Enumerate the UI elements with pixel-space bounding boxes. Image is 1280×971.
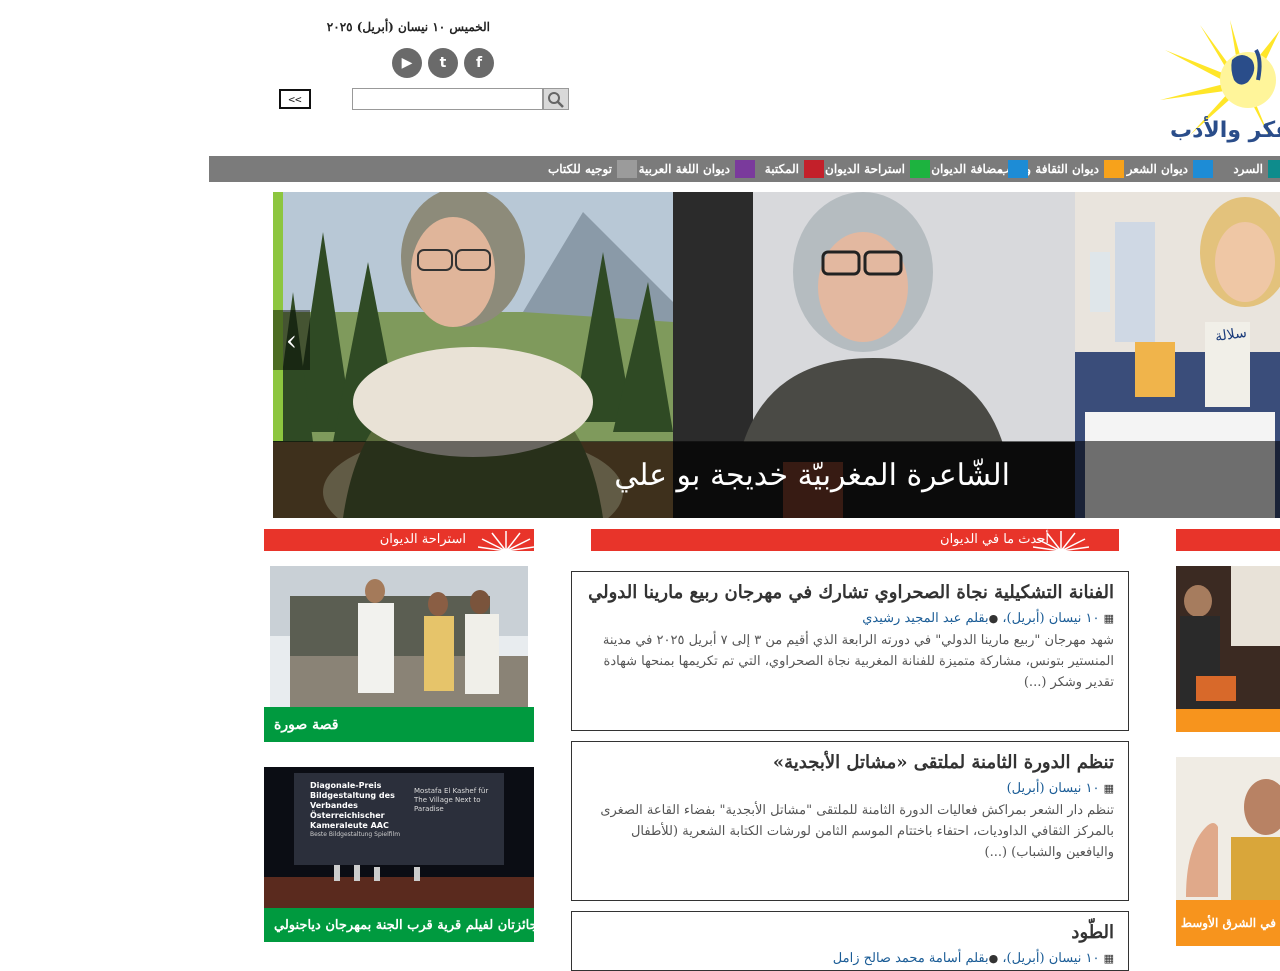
calendar-icon: ▦	[1103, 612, 1114, 625]
article-meta: ▦ ١٠ نيسان (أبريل)، ●بقلم أسامة محمد صال…	[586, 950, 1114, 968]
nav-label: توجيه للكتاب	[547, 162, 612, 176]
hero-title[interactable]: الشّاعرة المغربيّة خديجة بو علي	[560, 458, 1010, 493]
nav-color-swatch	[1268, 160, 1280, 178]
article-excerpt: تنظم دار الشعر بمراكش فعاليات الدورة الث…	[600, 803, 1114, 860]
section-header-break: استراحة الديوان	[264, 529, 534, 551]
article-title[interactable]: تنظم الدورة الثامنة لملتقى «مشاتل الأبجد…	[586, 748, 1114, 778]
section-header-right	[1176, 529, 1280, 551]
screen-poster-title: Diagonale-Preis Bildgestaltung des Verba…	[310, 781, 395, 830]
nav-label: مضافة الديوان	[931, 162, 1003, 176]
article-title[interactable]: الطّود	[586, 918, 1114, 948]
article-card: الطّود ▦ ١٠ نيسان (أبريل)، ●بقلم أسامة م…	[571, 911, 1129, 971]
article-meta: ▦ ١٠ نيسان (أبريل)	[586, 780, 1114, 798]
screen-poster-subtitle: Beste Bildgestaltung Spielfilm	[310, 831, 401, 838]
search-button[interactable]	[543, 88, 569, 110]
screen-poster-right: Mostafa El Kashef für The Village Next t…	[414, 787, 489, 813]
right-card-image-1[interactable]	[1176, 566, 1280, 709]
nav-color-swatch	[1104, 160, 1124, 178]
nav-item-guesthouse[interactable]: مضافة الديوان	[931, 156, 1028, 182]
calendar-icon: ▦	[1103, 782, 1114, 795]
nav-item-arabic-language[interactable]: ديوان اللغة العربية	[639, 156, 755, 182]
card-caption[interactable]: قصة صورة	[264, 707, 534, 742]
nav-label: استراحة الديوان	[825, 162, 905, 176]
logo-text: الفكر والأدب	[1170, 118, 1280, 143]
article-author[interactable]: بقلم أسامة محمد صالح زامل	[833, 951, 989, 966]
nav-label: المكتبة	[764, 162, 799, 176]
nav-color-swatch	[1008, 160, 1028, 178]
card-image-festival[interactable]: Diagonale-Preis Bildgestaltung des Verba…	[264, 767, 534, 908]
article-card: تنظم الدورة الثامنة لملتقى «مشاتل الأبجد…	[571, 741, 1129, 901]
nav-color-swatch	[910, 160, 930, 178]
nav-color-swatch	[735, 160, 755, 178]
section-title: أحدث ما في الديوان	[940, 532, 1049, 547]
card-caption[interactable]: جائزتان لفيلم قرية قرب الجنة بمهرجان ديا…	[264, 908, 538, 942]
slider-prev-button[interactable]: ‹	[273, 310, 310, 370]
nav-color-swatch	[1193, 160, 1213, 178]
nav-color-swatch	[617, 160, 637, 178]
article-author[interactable]: بقلم عبد المجيد رشيدي	[862, 611, 988, 626]
twitter-icon[interactable]: t	[428, 48, 458, 78]
right-card-caption[interactable]: في الشرق الأوسط	[1176, 900, 1280, 946]
search-icon	[548, 92, 564, 108]
right-card-image-2[interactable]	[1176, 757, 1280, 900]
article-meta: ▦ ١٠ نيسان (أبريل)، ●بقلم عبد المجيد رشي…	[586, 610, 1114, 628]
nav-label: ديوان الشعر	[1126, 162, 1188, 176]
youtube-icon[interactable]: ▶	[392, 48, 422, 78]
user-icon: ●	[988, 612, 999, 625]
article-card: الفنانة التشكيلية نجاة الصحراوي تشارك في…	[571, 571, 1129, 731]
article-excerpt: شهد مهرجان "ربيع مارينا الدولي" في دورته…	[602, 633, 1114, 690]
nav-item-break[interactable]: استراحة الديوان	[825, 156, 930, 182]
nav-color-swatch	[804, 160, 824, 178]
article-date: ١٠ نيسان (أبريل)،	[1002, 611, 1100, 626]
user-icon: ●	[988, 952, 999, 965]
sunburst-icon	[478, 531, 534, 551]
main-nav: السرد ديوان الشعر ديوان الثقافة والأدب م…	[209, 156, 1280, 182]
back-button[interactable]: <<	[279, 89, 311, 109]
nav-item-poetry[interactable]: ديوان الشعر	[1127, 156, 1213, 182]
nav-label: ديوان اللغة العربية	[638, 162, 730, 176]
nav-item-prose[interactable]: السرد	[1233, 156, 1280, 182]
right-card-caption-bar	[1176, 709, 1280, 732]
nav-item-library[interactable]: المكتبة	[765, 156, 824, 182]
search-input[interactable]	[352, 88, 543, 110]
section-title: استراحة الديوان	[379, 532, 466, 547]
calendar-icon: ▦	[1103, 952, 1114, 965]
facebook-icon[interactable]: f	[464, 48, 494, 78]
nav-label: السرد	[1233, 162, 1263, 176]
current-date: الخميس ١٠ نيسان (أبريل) ٢٠٢٥	[326, 20, 490, 34]
article-title[interactable]: الفنانة التشكيلية نجاة الصحراوي تشارك في…	[586, 578, 1114, 608]
article-date: ١٠ نيسان (أبريل)	[1006, 781, 1100, 796]
article-date: ١٠ نيسان (أبريل)،	[1002, 951, 1100, 966]
nav-item-writers-guide[interactable]: توجيه للكتاب	[548, 156, 637, 182]
card-image-photo-story[interactable]	[270, 566, 528, 707]
section-header-latest: أحدث ما في الديوان	[591, 529, 1119, 551]
